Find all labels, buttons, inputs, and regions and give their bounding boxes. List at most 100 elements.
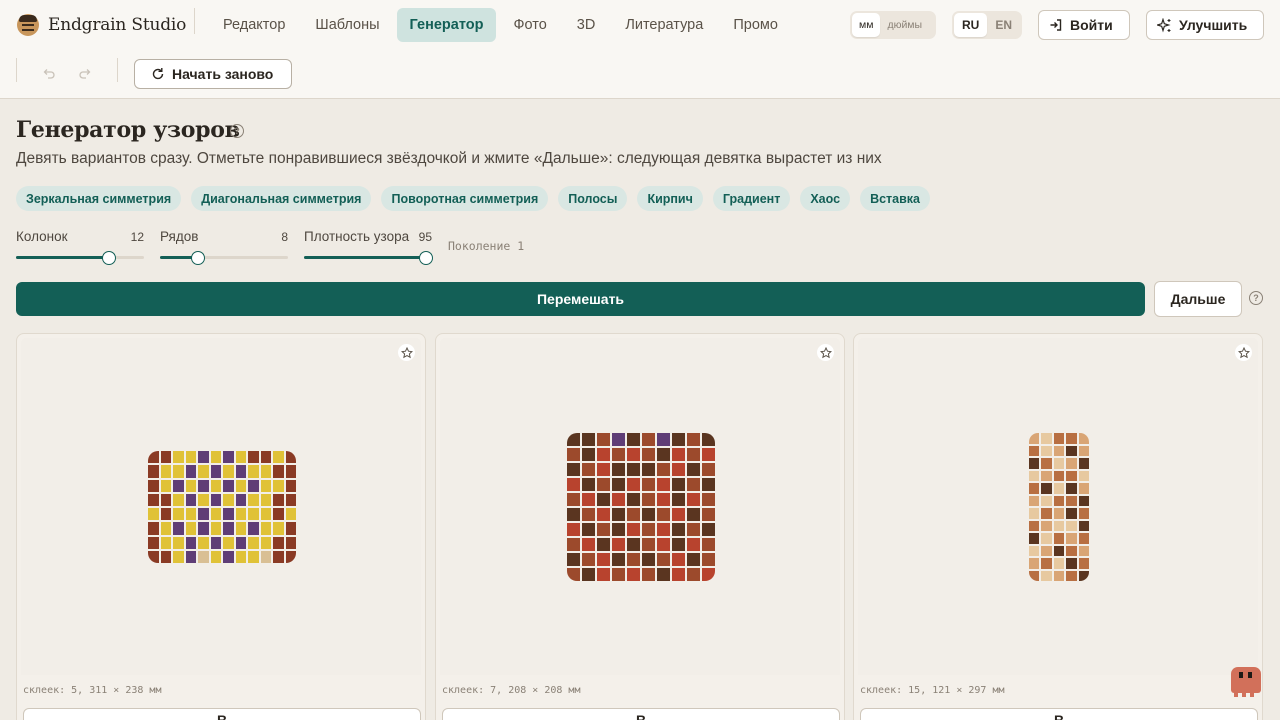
wood-block [597,553,610,566]
wood-block [567,493,580,506]
star-icon[interactable] [1235,344,1252,361]
wood-block [1053,570,1065,581]
wood-block [260,493,271,506]
density-slider-fill [304,256,426,259]
wood-block [627,493,640,506]
wood-block [160,493,171,506]
brand[interactable]: Endgrain Studio [17,13,186,37]
card-action-button[interactable]: В [442,708,840,720]
wood-block [702,538,715,551]
wood-block [1041,445,1052,456]
cutting-board-pattern[interactable] [567,433,715,581]
chip-stripes[interactable]: Полосы [558,186,628,211]
wood-block [582,553,595,566]
wood-block [198,536,209,549]
assistant-mascot-icon[interactable] [1231,667,1261,697]
pattern-card: склеек: 7, 208 × 208 мм В [435,333,845,720]
chip-brick[interactable]: Кирпич [637,186,703,211]
wood-block [612,493,625,506]
next-button[interactable]: Дальше [1154,281,1242,317]
card-action-button[interactable]: В [23,708,421,720]
language-option-en[interactable]: EN [987,13,1020,37]
wood-block [612,463,625,476]
pattern-preview [858,338,1258,675]
undo-icon[interactable] [41,66,57,82]
wood-block [1053,508,1065,519]
wood-block [1029,558,1040,569]
columns-slider-fill [16,256,110,259]
wood-block [160,465,171,478]
density-slider-handle[interactable] [418,251,433,265]
wood-block [223,465,234,478]
wood-block [1053,520,1065,531]
wood-block [582,478,595,491]
density-slider-track[interactable] [304,256,432,259]
wood-block [1029,495,1040,506]
wood-block [285,493,296,506]
login-button[interactable]: Войти [1038,10,1130,40]
columns-slider-track[interactable] [16,256,144,259]
cutting-board-pattern[interactable] [148,451,296,563]
nav-tab-templates[interactable]: Шаблоны [302,8,392,42]
shuffle-button[interactable]: Перемешать [16,282,1145,316]
wood-block [1066,508,1077,519]
wood-block [672,553,685,566]
wood-block [672,538,685,551]
wood-block [1078,433,1089,444]
restart-button[interactable]: Начать заново [134,59,292,89]
wood-block [642,568,655,581]
units-option-inches[interactable]: дюймы [880,13,929,37]
nav-tab-editor[interactable]: Редактор [210,8,298,42]
help-icon[interactable]: ? [230,124,244,138]
wood-block [582,448,595,461]
wood-block [567,478,580,491]
rows-slider-track[interactable] [160,256,288,259]
wood-block [285,536,296,549]
wood-block [1066,520,1077,531]
wood-block [702,508,715,521]
upgrade-button[interactable]: Улучшить [1146,10,1264,40]
wood-block [627,448,640,461]
wood-block [612,478,625,491]
chip-chaos[interactable]: Хаос [800,186,851,211]
redo-icon[interactable] [77,66,93,82]
star-icon[interactable] [817,344,834,361]
wood-block [148,465,159,478]
wood-block [285,508,296,521]
wood-block [198,508,209,521]
chip-insert[interactable]: Вставка [860,186,931,211]
chip-diagonal-symmetry[interactable]: Диагональная симметрия [191,186,372,211]
chip-rotational-symmetry[interactable]: Поворотная симметрия [381,186,549,211]
top-bar: Endgrain Studio Редактор Шаблоны Генерат… [0,0,1280,99]
wood-block [1078,445,1089,456]
chip-mirror-symmetry[interactable]: Зеркальная симметрия [16,186,182,211]
nav-tab-photo[interactable]: Фото [500,8,559,42]
wood-block [597,463,610,476]
wood-block [642,448,655,461]
wood-block [1066,458,1077,469]
wood-block [223,479,234,492]
language-option-ru[interactable]: RU [954,13,988,37]
wood-block [1066,545,1077,556]
units-option-mm[interactable]: мм [852,13,881,37]
wood-block [1041,495,1052,506]
cutting-board-pattern[interactable] [1029,433,1089,581]
wood-block [657,433,670,446]
card-action-button[interactable]: В [860,708,1258,720]
nav-tab-promo[interactable]: Промо [720,8,791,42]
columns-slider-handle[interactable] [102,251,117,265]
wood-block [1029,458,1040,469]
nav-tab-3d[interactable]: 3D [564,8,609,42]
star-icon[interactable] [398,344,415,361]
rows-slider-handle[interactable] [191,251,206,265]
nav-tab-literature[interactable]: Литература [612,8,716,42]
wood-block [672,463,685,476]
language-toggle: RU EN [952,11,1022,39]
wood-block [235,451,246,464]
help-icon[interactable]: ? [1249,291,1263,305]
chip-gradient[interactable]: Градиент [712,186,791,211]
wood-block [1041,458,1052,469]
wood-block [235,493,246,506]
wood-block [1029,520,1040,531]
nav-tab-generator[interactable]: Генератор [396,8,497,42]
